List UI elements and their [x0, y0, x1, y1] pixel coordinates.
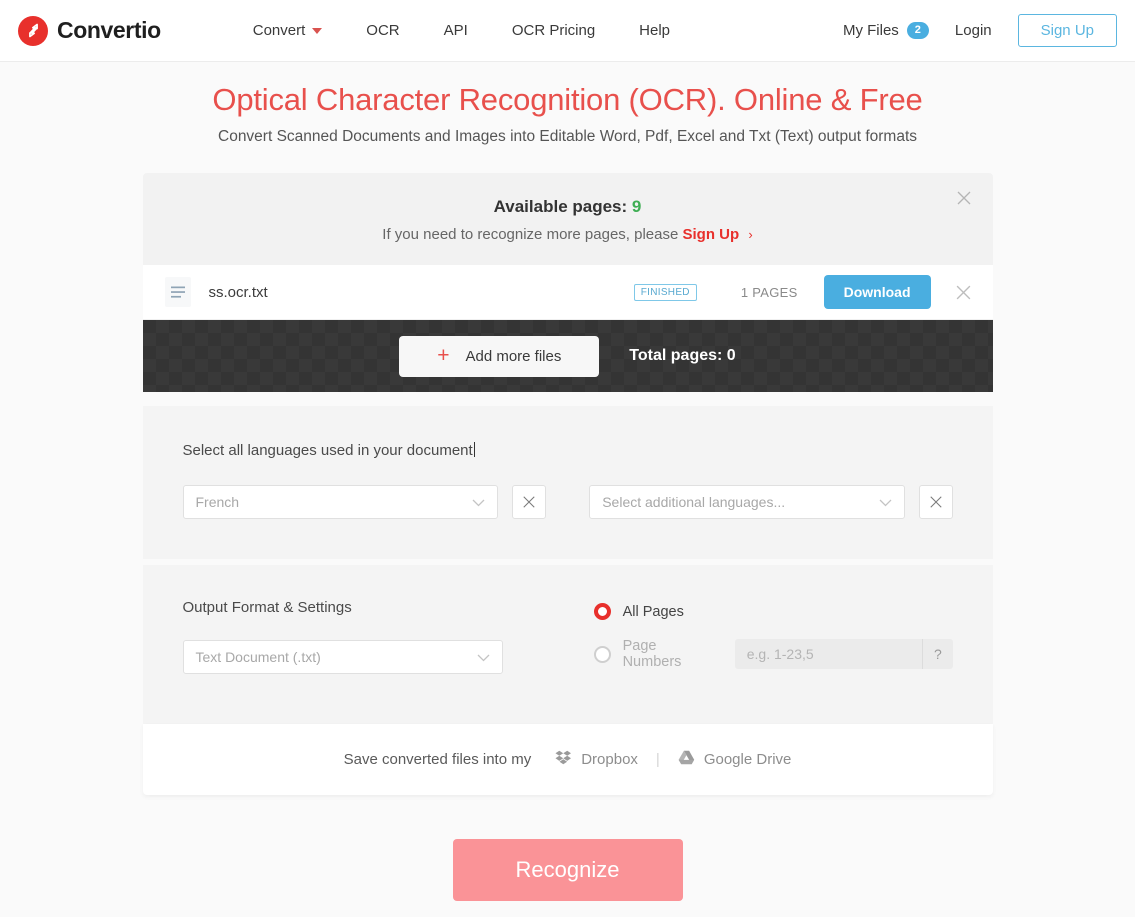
languages-row: French Select additional languages... [182, 485, 953, 519]
signup-button[interactable]: Sign Up [1017, 14, 1117, 47]
chevron-down-icon [879, 494, 892, 510]
available-pages-label: Available pages: [493, 197, 628, 216]
cloud-save-panel: Save converted files into my Dropbox | G… [142, 724, 993, 795]
primary-language-select[interactable]: French [182, 485, 499, 519]
output-format-value: Text Document (.txt) [195, 649, 321, 665]
nav-item-label: Help [639, 22, 671, 39]
login-link[interactable]: Login [955, 22, 1018, 39]
output-settings-panel: Output Format & Settings Text Document (… [142, 565, 993, 724]
nav-item-label: Convert [252, 22, 306, 39]
dropbox-save-link[interactable]: Dropbox [555, 750, 638, 769]
plus-icon: + [437, 344, 450, 367]
signup-link[interactable]: Sign Up [683, 226, 740, 243]
chevron-down-icon [477, 649, 490, 665]
download-button[interactable]: Download [823, 275, 931, 309]
page-numbers-help-button[interactable]: ? [922, 639, 953, 669]
site-header: Convertio Convert OCR API OCR Pricing He… [0, 0, 1135, 62]
signup-prompt-text: If you need to recognize more pages, ple… [382, 226, 679, 243]
languages-instruction: Select all languages used in your docume… [183, 442, 475, 459]
add-more-files-label: Add more files [465, 347, 562, 365]
file-row-actions: FINISHED 1 PAGES Download [633, 275, 975, 309]
nav-item-ocr[interactable]: OCR [344, 22, 421, 39]
close-notice-button[interactable] [953, 187, 975, 209]
file-row: ss.ocr.txt FINISHED 1 PAGES Download [142, 265, 993, 320]
add-more-files-button[interactable]: + Add more files [399, 335, 600, 377]
header-actions: My Files 2 Login Sign Up [843, 14, 1117, 47]
clear-additional-languages-button[interactable] [918, 485, 953, 519]
file-pages-count: 1 PAGES [740, 284, 798, 300]
page-numbers-option[interactable]: Page Numbers e.g. 1-23,5 ? [593, 638, 953, 670]
google-drive-save-link[interactable]: Google Drive [678, 750, 792, 769]
output-format-select[interactable]: Text Document (.txt) [182, 640, 503, 674]
clear-primary-language-button[interactable] [512, 485, 546, 519]
main-nav: Convert OCR API OCR Pricing Help [231, 22, 692, 39]
text-file-icon [164, 277, 191, 307]
total-pages-label: Total pages: 0 [629, 347, 736, 364]
dropbox-icon [555, 750, 572, 769]
divider: | [655, 751, 660, 768]
page-subtitle: Convert Scanned Documents and Images int… [218, 128, 917, 145]
my-files-link[interactable]: My Files 2 [843, 22, 955, 39]
google-drive-label: Google Drive [703, 751, 792, 768]
page-numbers-label: Page Numbers [622, 638, 682, 670]
nav-item-label: API [443, 22, 468, 39]
additional-languages-select[interactable]: Select additional languages... [589, 485, 905, 519]
primary-language-value: French [195, 494, 240, 510]
available-pages-notice: Available pages: 9 If you need to recogn… [142, 173, 993, 265]
page-range-group: All Pages Page Numbers e.g. 1-23,5 ? [593, 599, 953, 688]
dropbox-label: Dropbox [581, 751, 638, 768]
page-numbers-input[interactable]: e.g. 1-23,5 [734, 639, 923, 669]
signup-prompt-line: If you need to recognize more pages, ple… [143, 226, 993, 243]
page-title: Optical Character Recognition (OCR). Onl… [212, 82, 923, 117]
all-pages-option[interactable]: All Pages [593, 603, 953, 620]
languages-instruction-text: Select all languages used in your docume… [182, 442, 473, 459]
ocr-card: Available pages: 9 If you need to recogn… [142, 173, 993, 901]
chevron-right-icon: › [748, 227, 753, 242]
nav-item-help[interactable]: Help [617, 22, 692, 39]
output-format-title: Output Format & Settings [182, 599, 352, 616]
convertio-logo-icon [18, 15, 48, 46]
radio-all-pages[interactable] [593, 603, 611, 620]
nav-item-ocr-pricing[interactable]: OCR Pricing [490, 22, 617, 39]
additional-languages-value: Select additional languages... [602, 494, 786, 510]
nav-item-label: OCR Pricing [511, 22, 596, 39]
brand-name: Convertio [57, 17, 161, 43]
google-drive-icon [678, 750, 695, 769]
text-caret [473, 442, 475, 457]
chevron-down-icon [312, 27, 323, 34]
nav-item-api[interactable]: API [422, 22, 490, 39]
available-pages-line: Available pages: 9 [143, 197, 993, 217]
my-files-count-badge: 2 [906, 22, 929, 39]
remove-file-button[interactable] [953, 281, 975, 303]
recognize-button[interactable]: Recognize [452, 839, 683, 901]
status-badge: FINISHED [633, 283, 697, 301]
recognize-action-area: Recognize [143, 839, 993, 901]
languages-panel: Select all languages used in your docume… [142, 406, 993, 559]
brand-logo-link[interactable]: Convertio [18, 15, 161, 46]
my-files-label: My Files [842, 22, 899, 39]
file-name: ss.ocr.txt [208, 283, 268, 301]
all-pages-label: All Pages [622, 603, 684, 620]
nav-item-label: OCR [366, 22, 400, 39]
add-files-bar: + Add more files Total pages: 0 [142, 320, 993, 392]
radio-page-numbers[interactable] [593, 645, 611, 663]
cloud-save-text: Save converted files into my [343, 751, 532, 768]
chevron-down-icon [472, 494, 485, 510]
output-format-group: Output Format & Settings Text Document (… [182, 599, 594, 688]
available-pages-count: 9 [631, 197, 642, 216]
nav-item-convert[interactable]: Convert [231, 22, 345, 39]
